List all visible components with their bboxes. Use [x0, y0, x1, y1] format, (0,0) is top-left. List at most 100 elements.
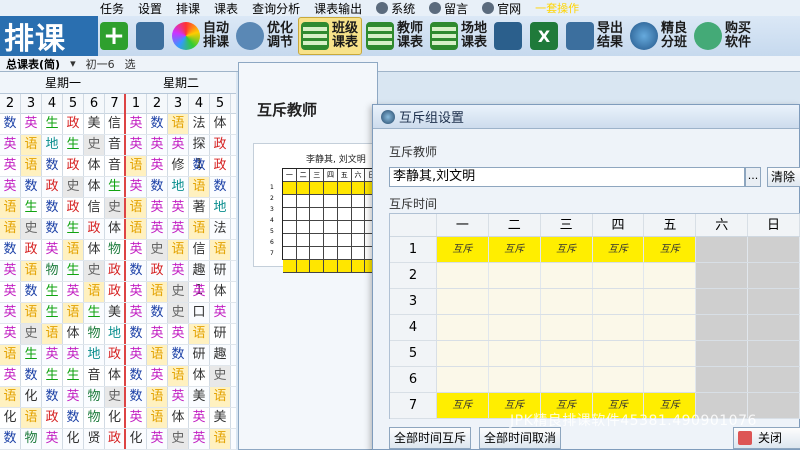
menu-item-2[interactable]: 排课	[176, 0, 200, 17]
timetable-cell[interactable]: 英	[21, 114, 42, 134]
timetable-cell[interactable]: 生	[63, 135, 84, 155]
timetable-cell[interactable]: 英	[63, 387, 84, 407]
timetable-cell[interactable]: 史	[168, 429, 189, 449]
timetable-cell[interactable]: 语	[210, 429, 231, 449]
timetable-cell[interactable]: 语	[21, 261, 42, 281]
timetable-cell[interactable]: 体	[84, 156, 105, 176]
timetable-cell[interactable]: 语	[189, 219, 210, 239]
timetable-cell[interactable]: 化	[126, 429, 147, 449]
option-checkbox[interactable]: 选	[125, 56, 136, 72]
timetable-cell[interactable]: 数	[147, 114, 168, 134]
mutex-time-slot[interactable]	[436, 315, 489, 340]
timetable-cell[interactable]: 语	[126, 198, 147, 218]
timetable-cell[interactable]: 数	[21, 366, 42, 386]
mutex-time-slot[interactable]	[696, 263, 749, 288]
timetable-cell[interactable]: 英	[168, 387, 189, 407]
timetable-cell[interactable]: 生	[42, 282, 63, 302]
menu-item-0[interactable]: 任务	[100, 0, 124, 17]
toolbar-button-7[interactable]	[492, 17, 526, 55]
mutex-time-slot[interactable]	[488, 341, 541, 366]
mutex-time-slot[interactable]	[748, 289, 800, 314]
mutex-time-slot[interactable]: 互斥	[436, 237, 489, 262]
timetable-cell[interactable]: 英	[147, 198, 168, 218]
timetable-cell[interactable]: 音	[105, 156, 126, 176]
timetable-cell[interactable]: 语	[21, 156, 42, 176]
timetable-cell[interactable]: 英	[168, 261, 189, 281]
timetable-cell[interactable]: 史	[21, 219, 42, 239]
timetable-cell[interactable]: 语	[84, 282, 105, 302]
timetable-cell[interactable]: 政	[42, 177, 63, 197]
timetable-cell[interactable]: 探1	[189, 135, 210, 172]
mutex-time-slot[interactable]	[436, 341, 489, 366]
mutex-time-slot[interactable]	[540, 289, 593, 314]
mutex-time-slot[interactable]	[436, 367, 489, 392]
timetable-cell[interactable]: 化	[0, 408, 21, 428]
mutex-time-slot[interactable]	[696, 289, 749, 314]
timetable-cell[interactable]: 英	[42, 429, 63, 449]
timetable-cell[interactable]: 英	[168, 219, 189, 239]
timetable-cell[interactable]: 口1	[189, 303, 210, 340]
timetable-cell[interactable]: 语	[126, 219, 147, 239]
mutex-time-slot[interactable]	[644, 289, 697, 314]
mutex-time-slot[interactable]	[696, 367, 749, 392]
timetable-cell[interactable]: 数	[0, 114, 21, 134]
all-time-mutex-button[interactable]: 全部时间互斥	[389, 427, 472, 449]
timetable-cell[interactable]: 英	[168, 135, 189, 155]
timetable-cell[interactable]: 体	[105, 366, 126, 386]
timetable-cell[interactable]: 数	[147, 177, 168, 197]
mutex-time-slot[interactable]	[488, 263, 541, 288]
timetable-cell[interactable]: 数	[210, 177, 231, 197]
toolbar-button-0[interactable]: +	[98, 17, 132, 55]
timetable-cell[interactable]: 物	[21, 429, 42, 449]
timetable-cell[interactable]: 数	[126, 324, 147, 344]
timetable-cell[interactable]: 物	[42, 261, 63, 281]
timetable-cell[interactable]: 信	[105, 114, 126, 134]
mutex-time-slot[interactable]	[696, 341, 749, 366]
toolbar-button-6[interactable]: 场地课表	[428, 17, 490, 55]
timetable-cell[interactable]: 生	[42, 114, 63, 134]
timetable-cell[interactable]: 研	[210, 324, 231, 344]
timetable-cell[interactable]: 英	[189, 408, 210, 428]
timetable-cell[interactable]: 英	[0, 177, 21, 197]
mutex-time-slot[interactable]	[592, 315, 645, 340]
timetable-cell[interactable]: 美	[210, 408, 231, 428]
timetable-cell[interactable]: 生	[42, 303, 63, 323]
timetable-cell[interactable]: 英	[210, 303, 231, 323]
mutex-time-slot[interactable]	[436, 289, 489, 314]
timetable-cell[interactable]: 法	[189, 114, 210, 134]
timetable-cell[interactable]: 英	[147, 366, 168, 386]
timetable-cell[interactable]: 信	[189, 240, 210, 260]
timetable-cell[interactable]: 语	[147, 387, 168, 407]
timetable-cell[interactable]: 英	[126, 177, 147, 197]
timetable-cell[interactable]: 英	[189, 282, 210, 302]
term-selector[interactable]: 初一6	[86, 56, 115, 72]
mutex-time-slot[interactable]	[748, 341, 800, 366]
timetable-cell[interactable]: 地	[42, 135, 63, 155]
timetable-cell[interactable]: 政	[105, 345, 126, 365]
timetable-cell[interactable]: 著	[189, 198, 210, 218]
timetable-cell[interactable]: 政	[63, 198, 84, 218]
timetable-cell[interactable]: 语	[147, 282, 168, 302]
timetable-cell[interactable]: 地	[84, 345, 105, 365]
menu-item-3[interactable]: 课表	[214, 0, 238, 17]
clear-button[interactable]: 清除	[767, 167, 800, 187]
toolbar-button-1[interactable]	[134, 17, 168, 55]
mutex-time-slot[interactable]	[748, 315, 800, 340]
timetable-cell[interactable]: 地	[168, 177, 189, 197]
mutex-time-slot[interactable]	[488, 367, 541, 392]
timetable-cell[interactable]: 英	[0, 366, 21, 386]
mutex-time-slot[interactable]	[696, 237, 749, 262]
timetable-cell[interactable]: 英	[126, 135, 147, 155]
timetable-cell[interactable]: 体	[84, 177, 105, 197]
timetable-cell[interactable]: 生	[84, 303, 105, 323]
timetable-cell[interactable]: 语	[63, 303, 84, 323]
timetable-cell[interactable]: 体	[189, 366, 210, 386]
timetable-cell[interactable]: 语	[168, 114, 189, 134]
timetable-cell[interactable]: 体	[84, 240, 105, 260]
timetable-cell[interactable]: 数	[126, 387, 147, 407]
timetable-cell[interactable]: 生	[63, 366, 84, 386]
timetable-cell[interactable]: 史	[210, 366, 231, 386]
timetable-cell[interactable]: 修	[168, 156, 189, 176]
timetable-cell[interactable]: 音	[105, 135, 126, 155]
mutex-time-slot[interactable]	[592, 367, 645, 392]
